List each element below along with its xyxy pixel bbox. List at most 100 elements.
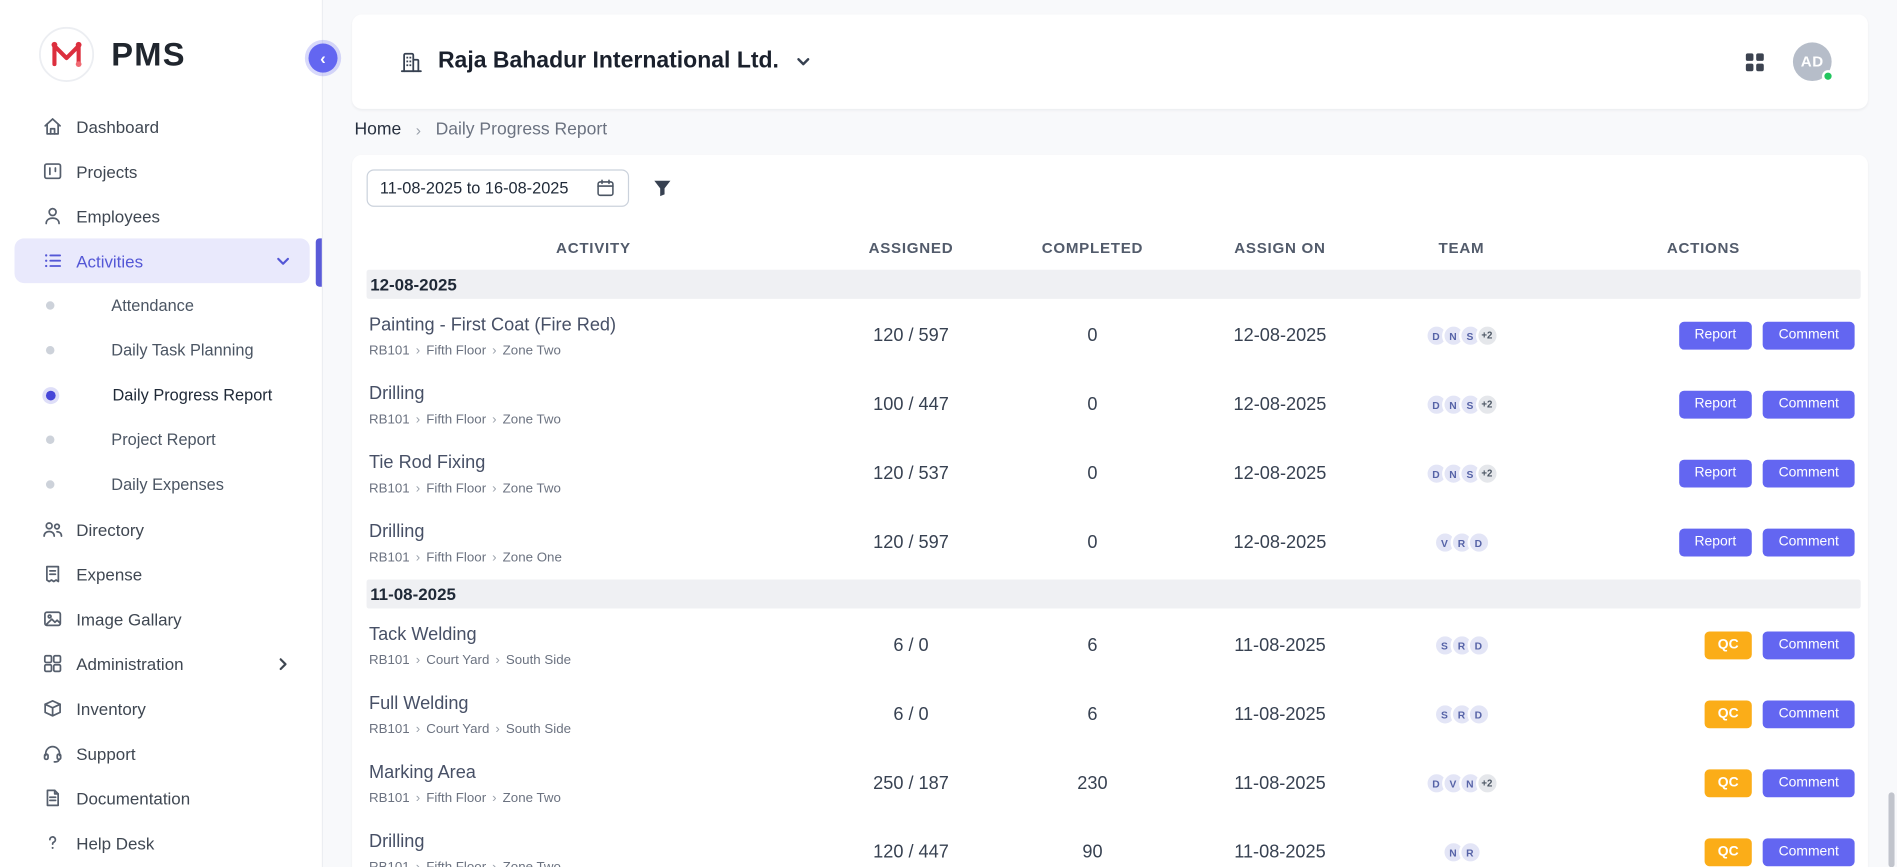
assign-on-value: 12-08-2025 [1183,463,1377,484]
sidebar-subitem-daily-expenses[interactable]: Daily Expenses [0,462,322,507]
bullet-icon [46,301,54,309]
path-segment: RB101 [369,412,410,427]
filter-icon[interactable] [651,177,674,200]
qc-button[interactable]: QC [1704,632,1751,660]
assigned-value: 250 / 187 [820,773,1001,794]
activity-cell: Tie Rod Fixing RB101›Fifth Floor›Zone Tw… [367,445,821,503]
sidebar-subitem-daily-progress-report[interactable]: Daily Progress Report [0,373,322,418]
sidebar-subitem-project-report[interactable]: Project Report [0,417,322,462]
report-button[interactable]: Report [1679,322,1752,350]
qc-button[interactable]: QC [1704,838,1751,866]
chevron-right-icon: › [495,722,499,737]
date-range-picker[interactable] [367,169,630,207]
bullet-icon [46,436,54,444]
activity-path: RB101›Court Yard›South Side [369,653,808,668]
path-segment: Fifth Floor [426,860,486,867]
assigned-value: 6 / 0 [820,635,1001,656]
sidebar-item-directory[interactable]: Directory [15,507,310,552]
team-member-avatar[interactable]: D [1467,703,1490,726]
qc-button[interactable]: QC [1704,769,1751,797]
column-header-assign-on: ASSIGN ON [1183,240,1377,257]
team-member-avatar[interactable]: D [1467,531,1490,554]
report-button[interactable]: Report [1679,529,1752,557]
column-header-completed: COMPLETED [1002,240,1183,257]
chevron-right-icon: › [492,481,496,496]
sidebar-item-label: Inventory [76,699,146,718]
chevron-right-icon: › [492,860,496,867]
sidebar-subitem-attendance[interactable]: Attendance [0,283,322,328]
team-member-avatar[interactable]: D [1467,634,1490,657]
user-avatar[interactable]: AD [1793,42,1832,81]
path-segment: RB101 [369,791,410,806]
comment-button[interactable]: Comment [1763,529,1855,557]
comment-button[interactable]: Comment [1763,769,1855,797]
apps-grid-icon[interactable] [1743,50,1766,73]
activity-path: RB101›Fifth Floor›Zone Two [369,343,808,358]
completed-value: 0 [1002,394,1183,415]
team-avatars: DVN+2 [1377,772,1546,795]
sidebar-item-label: Expense [76,564,142,583]
completed-value: 6 [1002,704,1183,725]
expense-icon [41,563,64,586]
sidebar-item-administration[interactable]: Administration [15,641,310,686]
app-logo: PMS [0,0,322,99]
chevron-right-icon: › [416,412,420,427]
projects-icon [41,160,64,183]
path-segment: Court Yard [426,653,489,668]
breadcrumb-home[interactable]: Home [354,120,401,139]
team-more-badge[interactable]: +2 [1475,324,1498,347]
chevron-right-icon: › [416,653,420,668]
sidebar-item-employees[interactable]: Employees [15,194,310,239]
team-member-avatar[interactable]: R [1458,841,1481,864]
company-selector[interactable]: Raja Bahadur International Ltd. [398,48,813,75]
team-more-badge[interactable]: +2 [1475,462,1498,485]
report-button[interactable]: Report [1679,391,1752,419]
comment-button[interactable]: Comment [1763,838,1855,866]
team-more-badge[interactable]: +2 [1475,772,1498,795]
qc-button[interactable]: QC [1704,700,1751,728]
assign-on-value: 11-08-2025 [1183,635,1377,656]
sidebar-subitem-label: Project Report [111,431,215,449]
completed-value: 6 [1002,635,1183,656]
sidebar-collapse-button[interactable]: ‹ [308,44,337,73]
comment-button[interactable]: Comment [1763,391,1855,419]
comment-button[interactable]: Comment [1763,322,1855,350]
date-range-input[interactable] [380,179,583,197]
assign-on-value: 12-08-2025 [1183,394,1377,415]
team-more-badge[interactable]: +2 [1475,393,1498,416]
path-segment: Court Yard [426,722,489,737]
sidebar-item-expense[interactable]: Expense [15,552,310,597]
assign-on-value: 11-08-2025 [1183,704,1377,725]
sidebar-item-dashboard[interactable]: Dashboard [15,104,310,149]
activity-name: Marking Area [369,762,808,783]
path-segment: RB101 [369,550,410,565]
sidebar-item-projects[interactable]: Projects [15,149,310,194]
company-name: Raja Bahadur International Ltd. [438,48,779,75]
path-segment: Fifth Floor [426,481,486,496]
path-segment: RB101 [369,722,410,737]
assigned-value: 120 / 537 [820,463,1001,484]
report-button[interactable]: Report [1679,460,1752,488]
comment-button[interactable]: Comment [1763,700,1855,728]
sidebar-subitem-daily-task-planning[interactable]: Daily Task Planning [0,328,322,373]
sidebar-item-support[interactable]: Support [15,731,310,776]
completed-value: 230 [1002,773,1183,794]
comment-button[interactable]: Comment [1763,460,1855,488]
date-group-header: 11-08-2025 [367,579,1861,608]
table-header: ACTIVITY ASSIGNED COMPLETED ASSIGN ON TE… [367,229,1861,268]
chevron-down-icon [273,251,292,270]
vertical-scrollbar[interactable] [1888,792,1894,867]
group-rows: Painting - First Coat (Fire Red) RB101›F… [367,301,1861,577]
gallery-icon [41,607,64,630]
sidebar-item-image-gallary[interactable]: Image Gallary [15,596,310,641]
assign-on-value: 12-08-2025 [1183,325,1377,346]
sidebar-item-activities[interactable]: Activities [15,238,310,283]
online-status-dot [1822,70,1834,82]
comment-button[interactable]: Comment [1763,632,1855,660]
sidebar-item-inventory[interactable]: Inventory [15,686,310,731]
building-icon [398,49,423,74]
team-avatars: SRD [1377,634,1546,657]
path-segment: Fifth Floor [426,791,486,806]
sidebar-item-help-desk[interactable]: Help Desk [15,820,310,865]
sidebar-item-documentation[interactable]: Documentation [15,775,310,820]
